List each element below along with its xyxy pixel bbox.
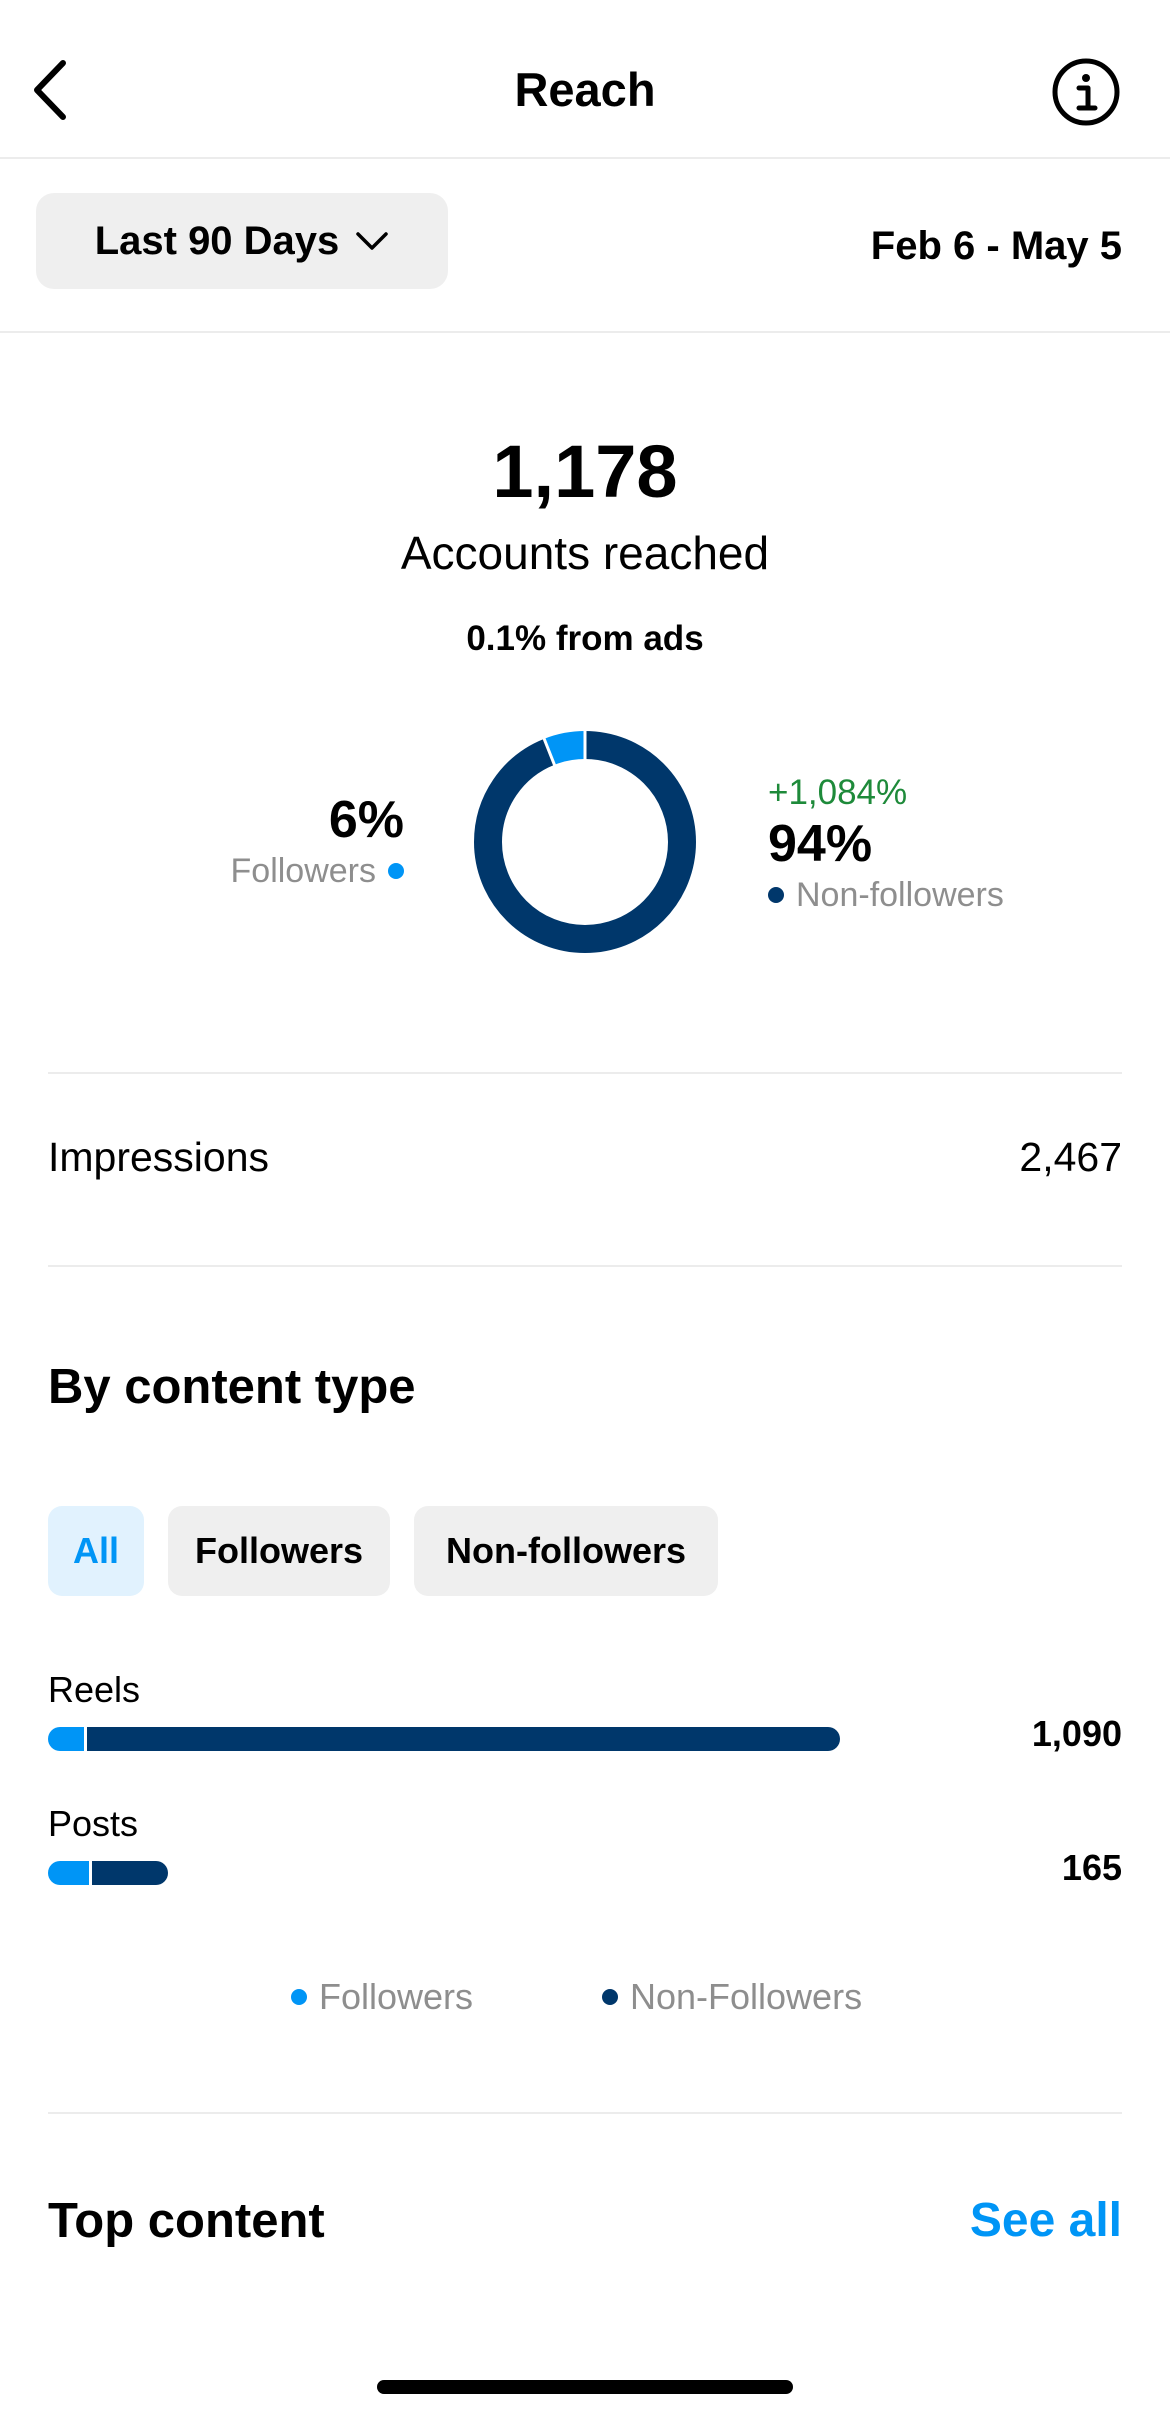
nonfollowers-legend-label: Non-followers xyxy=(796,876,1004,914)
reach-donut-chart xyxy=(474,731,696,953)
legend-followers-label: Followers xyxy=(319,1976,474,2017)
top-content-title: Top content xyxy=(48,2194,325,2248)
posts-non-followers-segment xyxy=(91,1861,168,1885)
posts-followers-segment xyxy=(48,1861,89,1885)
date-range-text: Feb 6 - May 5 xyxy=(870,224,1122,268)
nonfollowers-change: +1,084% xyxy=(768,773,908,812)
legend-followers: Followers xyxy=(291,1975,473,2019)
legend-followers-dot-icon xyxy=(291,1989,307,2005)
date-range-dropdown-label: Last 90 Days xyxy=(94,218,340,263)
header-divider xyxy=(0,157,1170,159)
chip-non-followers[interactable]: Non-followers xyxy=(414,1506,718,1596)
followers-percent: 6% xyxy=(328,791,404,849)
reels-value: 1,090 xyxy=(1031,1713,1122,1754)
donut-slice-non-followers xyxy=(474,731,696,953)
nonfollowers-legend: Non-followers xyxy=(768,874,1004,916)
nonfollowers-dot-icon xyxy=(768,887,784,903)
reels-non-followers-segment xyxy=(86,1727,840,1751)
filter-divider xyxy=(0,331,1170,333)
reels-followers-segment xyxy=(48,1727,84,1751)
legend-non-followers-label: Non-Followers xyxy=(630,1976,863,2017)
posts-value: 165 xyxy=(1061,1847,1122,1888)
impressions-value: 2,467 xyxy=(1019,1134,1122,1180)
by-content-type-title: By content type xyxy=(48,1360,416,1414)
ads-note: 0.1% from ads xyxy=(466,619,704,658)
accounts-reached-label: Accounts reached xyxy=(400,527,770,579)
impressions-divider xyxy=(48,1265,1122,1267)
followers-dot-icon xyxy=(388,863,404,879)
nonfollowers-percent: 94% xyxy=(768,815,873,873)
legend-non-followers: Non-Followers xyxy=(602,1975,862,2019)
page-title: Reach xyxy=(514,63,656,116)
accounts-reached-count: 1,178 xyxy=(492,430,678,513)
posts-label: Posts xyxy=(48,1803,139,1844)
home-indicator xyxy=(377,2380,793,2394)
legend-non-followers-dot-icon xyxy=(602,1989,618,2005)
info-icon xyxy=(1052,58,1120,126)
chip-all[interactable]: All xyxy=(48,1506,144,1596)
content-divider xyxy=(48,2112,1122,2114)
info-button[interactable] xyxy=(1050,56,1122,128)
followers-legend: Followers xyxy=(231,850,404,892)
summary-divider xyxy=(48,1072,1122,1074)
posts-bar xyxy=(48,1861,840,1885)
chip-followers[interactable]: Followers xyxy=(168,1506,390,1596)
reels-bar xyxy=(48,1727,840,1751)
impressions-label: Impressions xyxy=(48,1134,270,1180)
followers-legend-label: Followers xyxy=(230,852,376,890)
see-all-link[interactable]: See all xyxy=(970,2192,1122,2250)
reels-label: Reels xyxy=(48,1669,141,1710)
date-range-dropdown[interactable]: Last 90 Days xyxy=(36,193,448,289)
chevron-down-icon xyxy=(356,232,389,250)
